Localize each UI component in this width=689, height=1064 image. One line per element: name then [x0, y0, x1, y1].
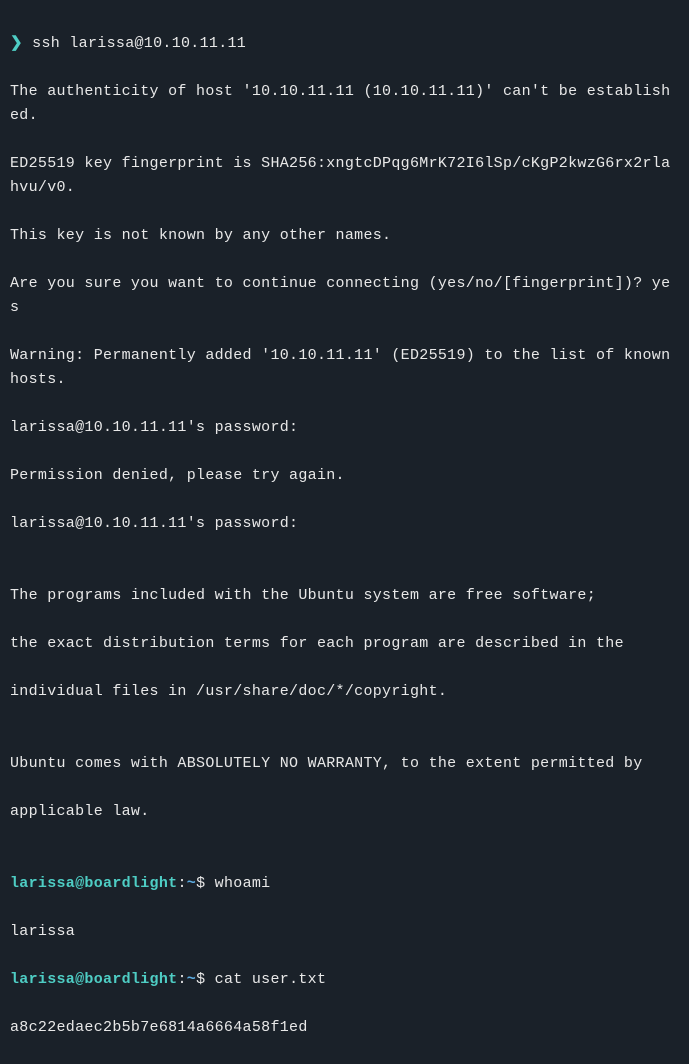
output-line: Ubuntu comes with ABSOLUTELY NO WARRANTY…: [10, 752, 679, 776]
cmd-line-cat[interactable]: larissa@boardlight:~$ cat user.txt: [10, 968, 679, 992]
flag-output: a8c22edaec2b5b7e6814a6664a58f1ed: [10, 1016, 679, 1040]
output-line: This key is not known by any other names…: [10, 224, 679, 248]
output-line: larissa@10.10.11.11's password:: [10, 416, 679, 440]
output-line: Permission denied, please try again.: [10, 464, 679, 488]
ssh-command: ssh larissa@10.10.11.11: [23, 35, 246, 52]
output-line: applicable law.: [10, 800, 679, 824]
whoami-command: whoami: [215, 875, 271, 892]
dollar-prompt: $: [196, 875, 215, 892]
path-prompt: ~: [187, 971, 196, 988]
user-host-prompt: larissa@boardlight: [10, 971, 177, 988]
output-line: Warning: Permanently added '10.10.11.11'…: [10, 344, 679, 392]
user-host-prompt: larissa@boardlight: [10, 875, 177, 892]
colon: :: [177, 875, 186, 892]
output-line: The programs included with the Ubuntu sy…: [10, 584, 679, 608]
output-line: The authenticity of host '10.10.11.11 (1…: [10, 80, 679, 128]
terminal-output: ❯ ssh larissa@10.10.11.11 The authentici…: [10, 8, 679, 1064]
output-line: the exact distribution terms for each pr…: [10, 632, 679, 656]
dollar-prompt: $: [196, 971, 215, 988]
path-prompt: ~: [187, 875, 196, 892]
cmd-line-ssh[interactable]: ❯ ssh larissa@10.10.11.11: [10, 32, 679, 56]
cat-command: cat user.txt: [215, 971, 327, 988]
output-line: individual files in /usr/share/doc/*/cop…: [10, 680, 679, 704]
prompt-arrow-icon: ❯: [10, 35, 23, 52]
cmd-line-whoami[interactable]: larissa@boardlight:~$ whoami: [10, 872, 679, 896]
output-line: larissa@10.10.11.11's password:: [10, 512, 679, 536]
output-line: Are you sure you want to continue connec…: [10, 272, 679, 320]
colon: :: [177, 971, 186, 988]
output-line: ED25519 key fingerprint is SHA256:xngtcD…: [10, 152, 679, 200]
whoami-output: larissa: [10, 920, 679, 944]
